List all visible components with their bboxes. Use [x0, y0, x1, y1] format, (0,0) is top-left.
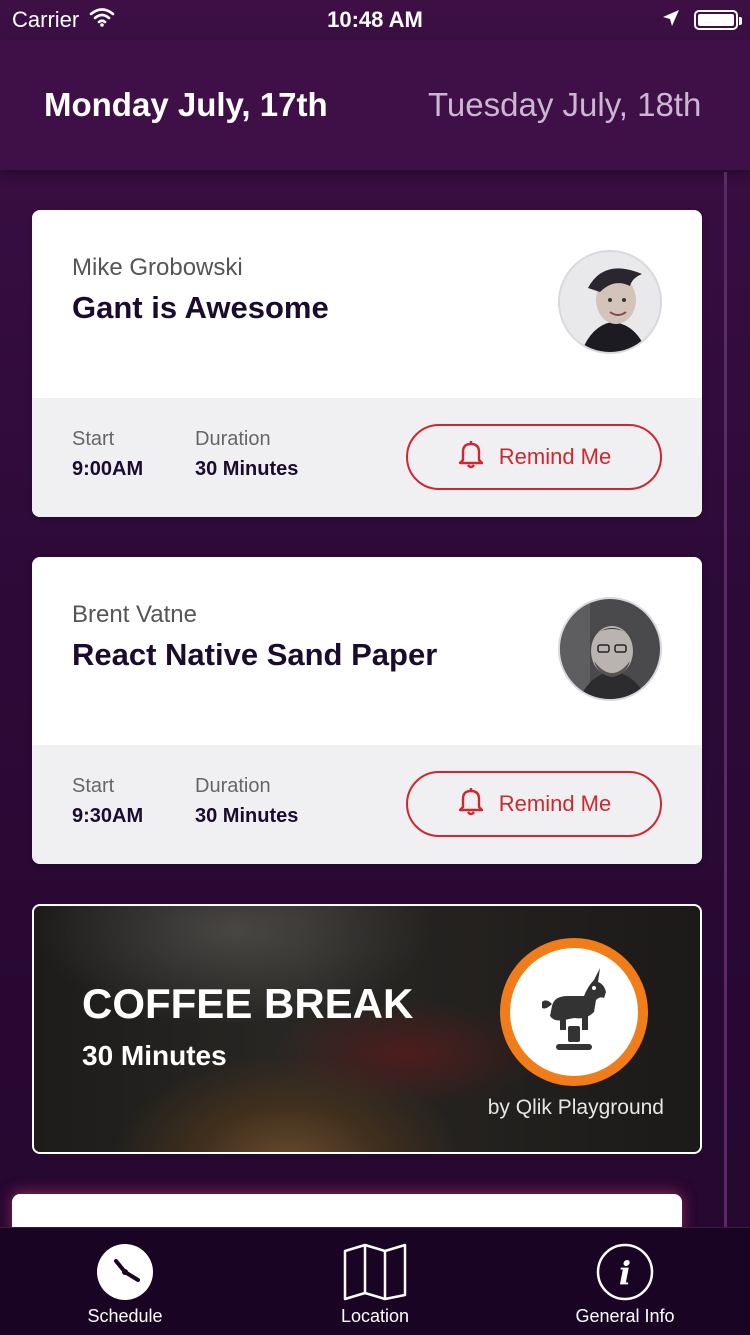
sponsor-logo [500, 938, 648, 1086]
coffee-break-title: COFFEE BREAK [82, 980, 414, 1027]
avatar [558, 250, 662, 354]
wifi-icon [89, 7, 115, 33]
day-tab-monday[interactable]: Monday July, 17th [44, 86, 328, 124]
start-time: 9:30AM [72, 805, 144, 827]
bell-icon [457, 439, 485, 475]
location-arrow-icon [662, 7, 680, 33]
battery-icon [694, 10, 742, 30]
tab-bar: Schedule Location i General Info [0, 1227, 750, 1335]
tab-location-label: Location [340, 1306, 410, 1326]
session-card[interactable]: Mike Grobowski Gant is Awesome Start 9:0… [32, 210, 702, 517]
session-card[interactable]: Brent Vatne React Native Sand Paper Star… [32, 557, 702, 864]
avatar [558, 597, 662, 701]
tab-location[interactable]: Location [250, 1228, 500, 1335]
speaker-name: Brent Vatne [72, 601, 197, 628]
tab-schedule[interactable]: Schedule [0, 1228, 250, 1335]
remind-me-button[interactable]: Remind Me [406, 771, 662, 837]
coffee-break-duration: 30 Minutes [82, 1040, 227, 1071]
day-tab-tuesday[interactable]: Tuesday July, 18th [428, 86, 701, 124]
sponsor-label: by Qlik Playground [487, 1096, 664, 1119]
map-icon [343, 1242, 407, 1302]
duration-value: 30 Minutes [195, 458, 299, 480]
tab-general-info-label: General Info [575, 1306, 675, 1326]
rocking-unicorn-icon [542, 968, 606, 1050]
scroll-indicator[interactable] [724, 172, 727, 1227]
info-icon: i [596, 1242, 654, 1302]
day-header: Monday July, 17th Tuesday July, 18th [0, 40, 750, 170]
duration-label: Duration [195, 775, 271, 797]
svg-text:i: i [619, 1254, 631, 1292]
remind-me-button[interactable]: Remind Me [406, 424, 662, 490]
session-title: React Native Sand Paper [72, 637, 438, 672]
remind-me-label: Remind Me [498, 791, 612, 816]
start-label: Start [72, 775, 115, 797]
remind-me-label: Remind Me [498, 444, 612, 469]
status-bar: Carrier 10:48 AM [0, 0, 750, 40]
clock-icon [96, 1242, 154, 1302]
speaker-name: Mike Grobowski [72, 254, 243, 281]
duration-label: Duration [195, 428, 271, 450]
duration-value: 30 Minutes [195, 805, 299, 827]
tab-general-info[interactable]: i General Info [500, 1228, 750, 1335]
session-title: Gant is Awesome [72, 290, 329, 325]
tab-schedule-label: Schedule [87, 1306, 163, 1326]
coffee-break-card[interactable]: COFFEE BREAK 30 Minutes by Qlik Playgrou… [32, 904, 702, 1154]
bell-icon [457, 786, 485, 822]
carrier-label: Carrier [12, 7, 80, 32]
start-time: 9:00AM [72, 458, 144, 480]
start-label: Start [72, 428, 115, 450]
